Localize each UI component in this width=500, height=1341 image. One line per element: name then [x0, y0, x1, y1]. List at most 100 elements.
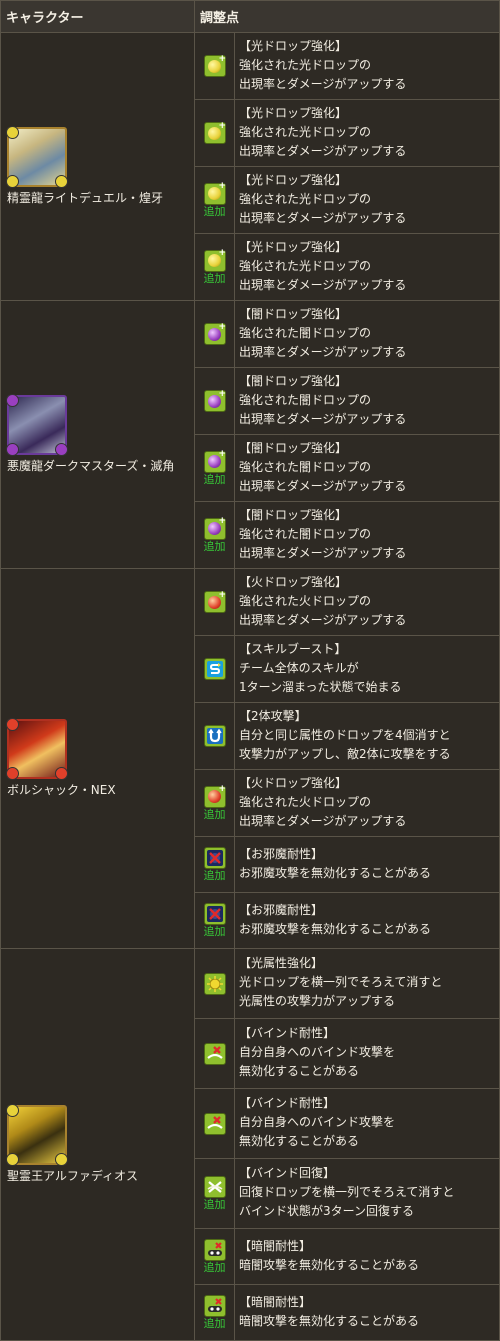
- added-label: 追加: [203, 807, 226, 821]
- description-line: 自分と同じ属性のドロップを4個消すと: [239, 727, 451, 742]
- character-name: ボルシャック・NEX: [7, 783, 116, 797]
- awakening-title: 【光ドロップ強化】: [239, 172, 348, 187]
- fire-dragon-portrait[interactable]: [6, 718, 68, 780]
- light-king-portrait[interactable]: [6, 1104, 68, 1166]
- table-body: 精霊龍ライトデュエル・煌牙 + 【光ドロップ強化】 強化された光ドロップの 出現率とダメ…: [0, 32, 500, 1341]
- awakening-icon-cell: + 追加: [194, 769, 235, 837]
- character-name: 精霊龍ライトデュエル・煌牙: [7, 191, 164, 205]
- description-line: 出現率とダメージがアップする: [239, 545, 407, 560]
- change-description: 【暗闇耐性】暗闇攻撃を無効化することがある: [234, 1284, 500, 1341]
- description-line: 強化された闇ドロップの: [239, 392, 372, 407]
- added-label: 追加: [203, 271, 226, 285]
- dark-drop-enhance-icon: +: [203, 322, 226, 345]
- change-description: 【お邪魔耐性】 お邪魔攻撃を無効化することがある: [234, 836, 500, 893]
- blind-resist-icon: [203, 1295, 226, 1317]
- description-line: 攻撃力がアップし、敵2体に攻撃をする: [239, 746, 451, 761]
- awakening-icon-cell: 追加: [194, 892, 235, 949]
- added-label: 追加: [203, 869, 226, 882]
- table-header: キャラクター 調整点: [0, 0, 500, 33]
- two-pronged-attack-icon: [203, 725, 226, 747]
- character-cell: 聖霊王アルファディオス: [0, 948, 195, 1341]
- description-line: 出現率とダメージがアップする: [239, 76, 407, 91]
- awakening-icon-cell: +: [194, 32, 235, 100]
- change-description: 【光属性強化】 光ドロップを横一列でそろえて消すと 光属性の攻撃力がアップする: [234, 948, 500, 1019]
- description-line: お邪魔攻撃を無効化することがある: [239, 921, 432, 936]
- character-name: 悪魔龍ダークマスターズ・滅角: [7, 459, 175, 473]
- added-label: 追加: [203, 1261, 226, 1274]
- description-line: 強化された闇ドロップの: [239, 459, 372, 474]
- description-line: 出現率とダメージがアップする: [239, 344, 407, 359]
- dark-dragon-portrait[interactable]: [6, 394, 68, 456]
- awakening-icon-cell: [194, 1088, 235, 1159]
- awakening-title: 【光ドロップ強化】: [239, 105, 348, 120]
- awakening-title: 【光ドロップ強化】: [239, 239, 348, 254]
- description-line: 強化された火ドロップの: [239, 794, 372, 809]
- description-line: 出現率とダメージがアップする: [239, 143, 407, 158]
- awakening-title: 【火ドロップ強化】: [239, 574, 348, 589]
- awakening-icon-cell: + 追加: [194, 166, 235, 234]
- description-line: 強化された闇ドロップの: [239, 325, 372, 340]
- awakening-title: 【光ドロップ強化】: [239, 38, 348, 53]
- description-line: 出現率とダメージがアップする: [239, 277, 407, 292]
- light-drop-enhance-icon: +: [203, 182, 226, 205]
- change-description: 【スキルブースト】 チーム全体のスキルが 1ターン溜まった状態で始まる: [234, 635, 500, 703]
- table-row: ボルシャック・NEX + 【火ドロップ強化】 強化された火ドロップの 出現率とダメージが…: [0, 568, 500, 949]
- description-line: 出現率とダメージがアップする: [239, 478, 407, 493]
- description-line: 光ドロップを横一列でそろえて消すと: [239, 975, 443, 989]
- light-drop-enhance-icon: +: [203, 54, 226, 77]
- awakening-title: 【バインド耐性】: [239, 1096, 336, 1110]
- awakening-icon-cell: +: [194, 300, 235, 368]
- description-line: 強化された光ドロップの: [239, 191, 372, 206]
- change-description: 【火ドロップ強化】強化された火ドロップの出現率とダメージがアップする: [234, 568, 500, 636]
- header-changes: 調整点: [194, 0, 500, 33]
- description-line: 強化された火ドロップの: [239, 593, 372, 608]
- dark-drop-enhance-icon: +: [203, 389, 226, 412]
- added-label: 追加: [203, 472, 226, 486]
- awakening-icon-cell: [194, 948, 235, 1019]
- fire-drop-enhance-icon: +: [203, 590, 226, 613]
- description-line: 無効化することがある: [239, 1064, 360, 1078]
- description-line: 強化された光ドロップの: [239, 57, 372, 72]
- change-description: 【闇ドロップ強化】 強化された闇ドロップの 出現率とダメージがアップする: [234, 367, 500, 435]
- description-line: 回復ドロップを横一列でそろえて消すと: [239, 1185, 455, 1199]
- added-label: 追加: [203, 1198, 226, 1211]
- adjustment-table: キャラクター 調整点 精霊龍ライトデュエル・煌牙 + 【光ドロップ強化】 強化された光…: [0, 0, 500, 1341]
- change-description: 【闇ドロップ強化】 強化された闇ドロップの 出現率とダメージがアップする: [234, 300, 500, 368]
- awakening-icon-cell: + 追加: [194, 434, 235, 502]
- change-description: 【バインド耐性】 自分自身へのバインド攻撃を 無効化することがある: [234, 1088, 500, 1159]
- description-line: 自分自身へのバインド攻撃を: [239, 1115, 396, 1129]
- description-line: 出現率とダメージがアップする: [239, 612, 407, 627]
- awakening-title: 【2体攻撃】: [239, 708, 307, 723]
- description-line: 暗闇攻撃を無効化することがある: [239, 1313, 420, 1328]
- awakening-title: 【暗闇耐性】: [239, 1294, 312, 1309]
- added-label: 追加: [203, 204, 226, 218]
- light-row-enhance-icon: [203, 972, 226, 995]
- description-line: 強化された闇ドロップの: [239, 526, 372, 541]
- awakening-title: 【暗闇耐性】: [239, 1238, 312, 1253]
- description-line: 暗闇攻撃を無効化することがある: [239, 1257, 420, 1272]
- description-line: チーム全体のスキルが: [239, 660, 359, 675]
- awakening-icon-cell: [194, 635, 235, 703]
- description-line: 強化された光ドロップの: [239, 258, 372, 273]
- change-description: 【火ドロップ強化】 強化された火ドロップの 出現率とダメージがアップする: [234, 769, 500, 837]
- change-description: 【バインド回復】 回復ドロップを横一列でそろえて消すと バインド状態が3ターン回復す…: [234, 1158, 500, 1229]
- awakening-icon-cell: 追加: [194, 1228, 235, 1285]
- table-row: 悪魔龍ダークマスターズ・滅角 + 【闇ドロップ強化】 強化された闇ドロップの 出現率とダ…: [0, 300, 500, 569]
- awakening-icon-cell: 追加: [194, 836, 235, 893]
- dark-drop-enhance-icon: +: [203, 517, 226, 540]
- table-row: 精霊龍ライトデュエル・煌牙 + 【光ドロップ強化】 強化された光ドロップの 出現率とダメ…: [0, 32, 500, 301]
- light-drop-enhance-icon: +: [203, 249, 226, 272]
- awakening-icon-cell: +: [194, 367, 235, 435]
- awakening-title: 【闇ドロップ強化】: [239, 373, 348, 388]
- change-description: 【光ドロップ強化】強化された光ドロップの出現率とダメージがアップする: [234, 32, 500, 100]
- awakening-icon-cell: + 追加: [194, 501, 235, 569]
- jammer-resist-icon: [203, 903, 226, 925]
- awakening-icon-cell: +: [194, 568, 235, 636]
- description-line: 1ターン溜まった状態で始まる: [239, 679, 402, 694]
- table-row: 聖霊王アルファディオス 【光属性強化】 光ドロップを横一列でそろえて消すと 光属性の攻…: [0, 948, 500, 1341]
- dark-drop-enhance-icon: +: [203, 450, 226, 473]
- description-line: 出現率とダメージがアップする: [239, 210, 407, 225]
- change-description: 【暗闇耐性】暗闇攻撃を無効化することがある: [234, 1228, 500, 1285]
- light-dragon-portrait[interactable]: [6, 126, 68, 188]
- awakening-title: 【お邪魔耐性】: [239, 902, 324, 917]
